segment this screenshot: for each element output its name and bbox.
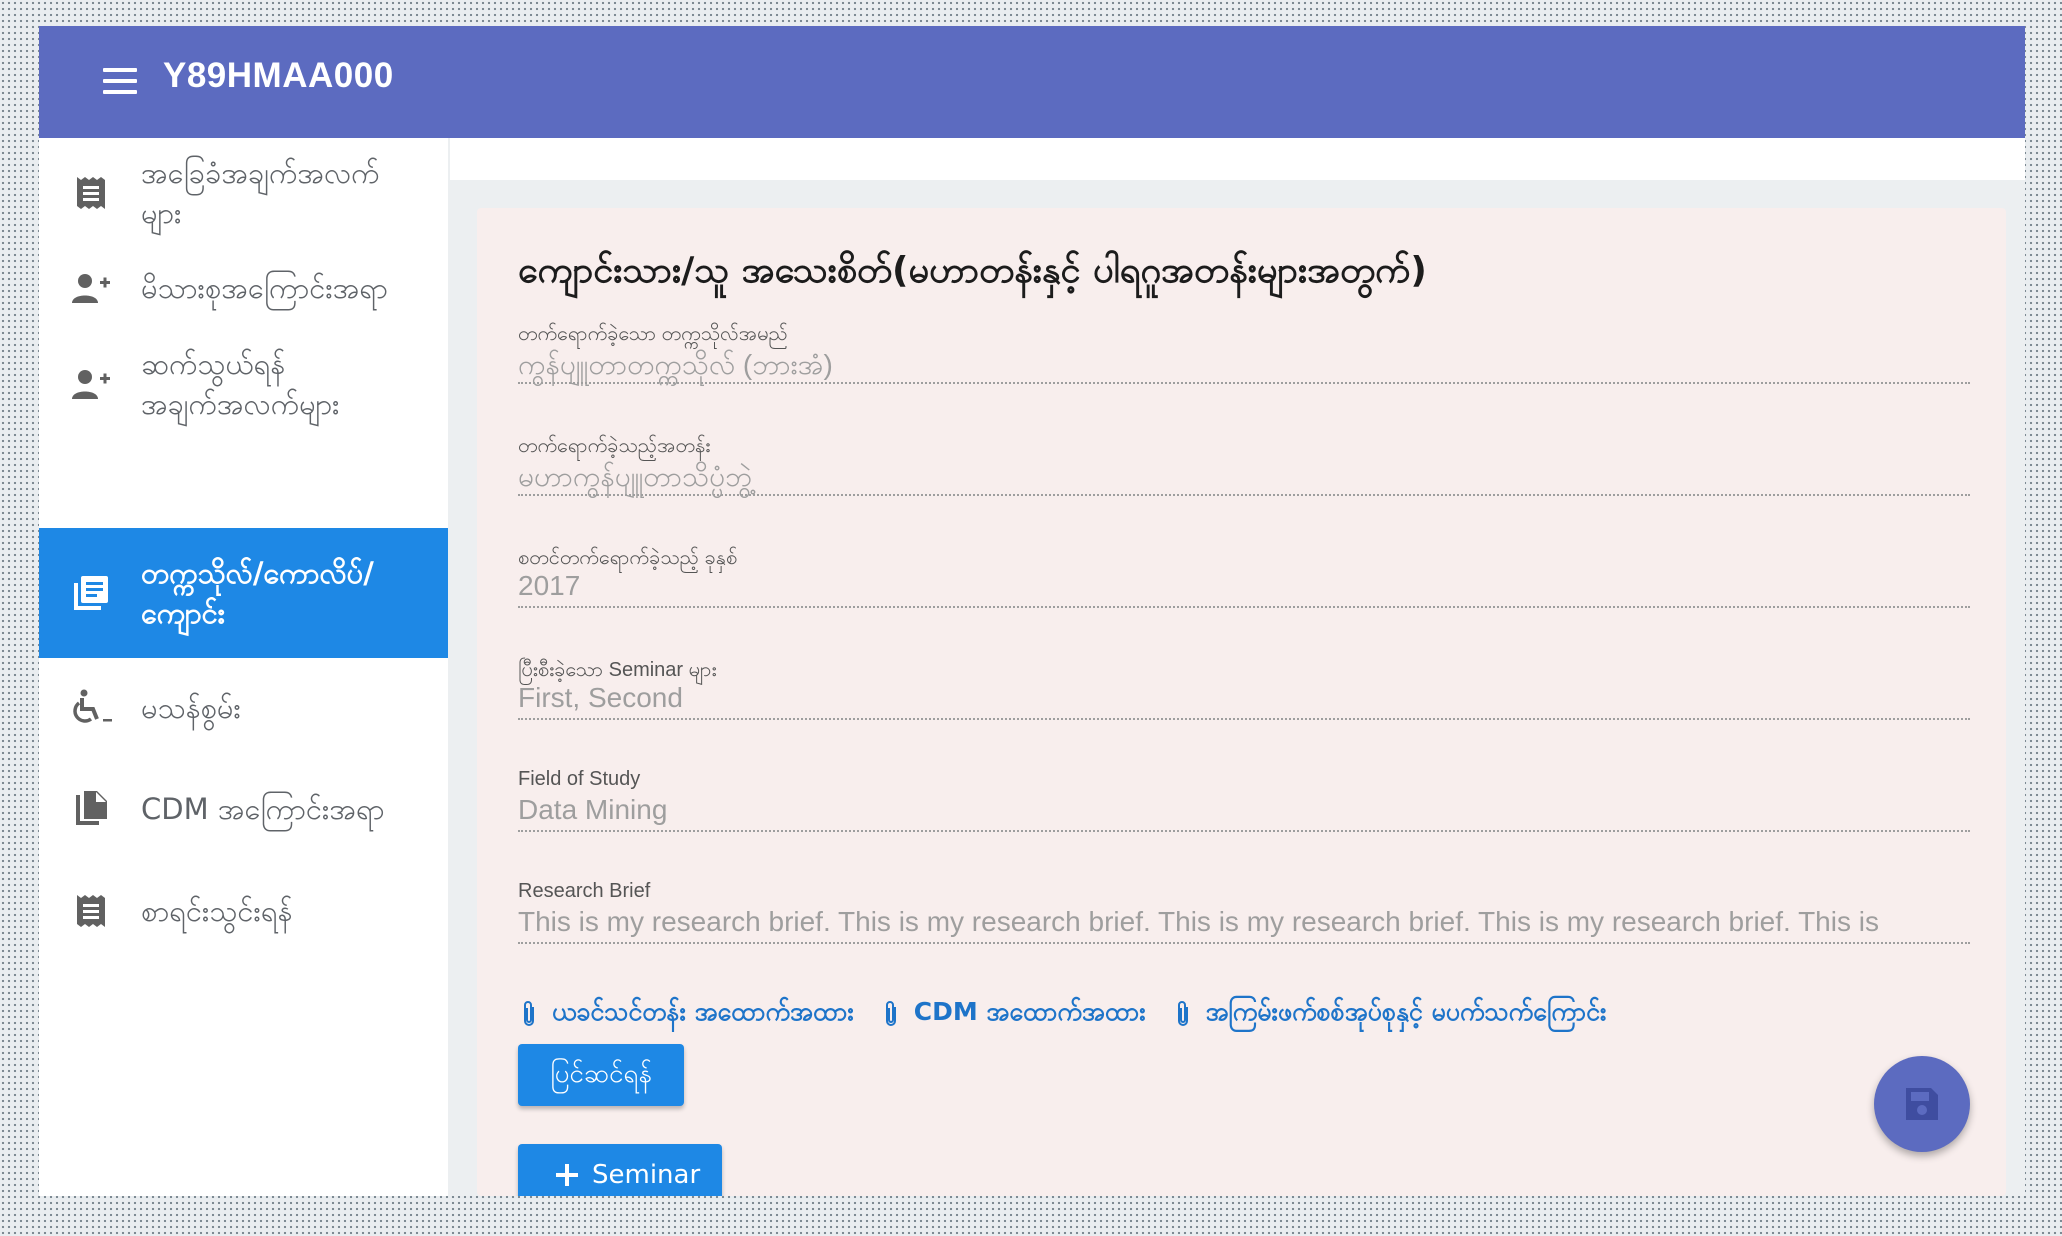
sidebar-item-label: ဆက်သွယ်ရန် အချက်အလက်များ: [141, 347, 340, 421]
receipt-icon: [69, 889, 113, 933]
app-bar: Y89HMAA000: [39, 26, 2025, 138]
sidebar-item-disability[interactable]: မသန်စွမ်း: [39, 658, 448, 758]
sidebar: အခြေခံအချက်အလက် များ မိသားစုအကြောင်းအရာ …: [39, 138, 448, 1196]
sidebar-item-label: မိသားစုအကြောင်းအရာ: [141, 271, 388, 305]
paperclip-icon: [524, 1001, 534, 1026]
field-label: Field of Study: [518, 768, 641, 790]
content-header-strip: [450, 138, 2025, 180]
university-details-card: ကျောင်းသား/သူ အသေးစိတ်(မဟာတန်းနှင့် ပါရဂ…: [477, 208, 2006, 1196]
receipt-icon: [69, 171, 113, 215]
sidebar-item-university[interactable]: တက္ကသိုလ်/ကောလိပ်/ ကျောင်း: [39, 528, 448, 658]
field-value: မဟာကွန်ပျူတာသိပ္ပံဘွဲ့: [518, 461, 753, 492]
person-add-icon: [69, 266, 113, 310]
field-value: 2017: [518, 570, 581, 601]
person-add-icon: [69, 362, 113, 406]
field-value: Data Mining: [518, 794, 668, 825]
seminars-field[interactable]: ပြီးစီးခဲ့သော Seminar များ First, Second: [518, 656, 1970, 720]
paperclip-icon: [1177, 1001, 1188, 1026]
accessible-icon: [69, 686, 113, 730]
library-books-icon: [69, 571, 113, 615]
class-field[interactable]: တက်ရောက်ခဲ့သည့်အတန်း မဟာကွန်ပျူတာသိပ္ပံဘ…: [518, 432, 1970, 496]
sidebar-item-cdm[interactable]: CDM အကြောင်းအရာ: [39, 758, 448, 860]
sidebar-item-label: မသန်စွမ်း: [141, 691, 241, 725]
start-year-field[interactable]: စတင်တက်ရောက်ခဲ့သည့် ခုနှစ် 2017: [518, 544, 1970, 608]
sidebar-item-basic-info[interactable]: အခြေခံအချက်အလက် များ: [39, 138, 448, 248]
cdm-proof-link[interactable]: CDM အထောက်အထား: [880, 996, 1146, 1033]
add-seminar-button[interactable]: Seminar: [518, 1144, 722, 1196]
page-title: ကျောင်းသား/သူ အသေးစိတ်(မဟာတန်းနှင့် ပါရဂ…: [518, 250, 1427, 291]
field-label: Research Brief: [518, 880, 651, 902]
link-label: အကြမ်းဖက်စစ်အုပ်စုနှင့် မပက်သက်ကြောင်း: [1205, 996, 1607, 1026]
link-label: CDM အထောက်အထား: [913, 996, 1146, 1026]
sidebar-item-label: CDM အကြောင်းအရာ: [141, 792, 385, 826]
app-title: Y89HMAA000: [163, 56, 394, 95]
sidebar-item-register[interactable]: စာရင်းသွင်းရန်: [39, 860, 448, 962]
field-value: First, Second: [518, 682, 683, 713]
save-fab[interactable]: [1874, 1056, 1970, 1152]
non-affiliation-declaration-link[interactable]: အကြမ်းဖက်စစ်အုပ်စုနှင့် မပက်သက်ကြောင်း: [1172, 996, 1607, 1033]
save-icon: [1906, 1088, 1938, 1120]
sidebar-item-family[interactable]: မိသားစုအကြောင်းအရာ: [39, 248, 448, 328]
menu-icon[interactable]: [103, 66, 137, 100]
research-brief-field[interactable]: Research Brief This is my research brief…: [518, 880, 1970, 944]
paperclip-icon: [885, 1001, 896, 1026]
plus-icon: [556, 1164, 578, 1186]
link-label: ယခင်သင်တန်း အထောက်အထား: [552, 996, 854, 1026]
field-value: ကွန်ပျူတာတက္ကသိုလ် (ဘားအံ): [518, 349, 833, 380]
edit-button[interactable]: ပြင်ဆင်ရန်: [518, 1044, 684, 1106]
previous-training-proof-link[interactable]: ယခင်သင်တန်း အထောက်အထား: [518, 996, 854, 1033]
sidebar-item-label: တက္ကသိုလ်/ကောလိပ်/ ကျောင်း: [141, 556, 374, 630]
sidebar-item-label: အခြေခံအချက်အလက် များ: [141, 156, 380, 230]
attachments-row: ယခင်သင်တန်း အထောက်အထား CDM အထောက်အထား အက…: [518, 994, 1632, 1034]
sidebar-item-label: စာရင်းသွင်းရန်: [141, 894, 293, 928]
field-of-study-field[interactable]: Field of Study Data Mining: [518, 768, 1970, 832]
file-copy-icon: [69, 787, 113, 831]
field-value: This is my research brief. This is my re…: [518, 906, 1879, 937]
sidebar-item-contact[interactable]: ဆက်သွယ်ရန် အချက်အလက်များ: [39, 328, 448, 440]
button-label: Seminar: [592, 1160, 701, 1190]
app-window: Y89HMAA000 အခြေခံအချက်အလက် များ မိသားစုအ…: [39, 26, 2025, 1196]
university-name-field[interactable]: တက်ရောက်ခဲ့သော တက္ကသိုလ်အမည် ကွန်ပျူတာတက…: [518, 320, 1970, 384]
